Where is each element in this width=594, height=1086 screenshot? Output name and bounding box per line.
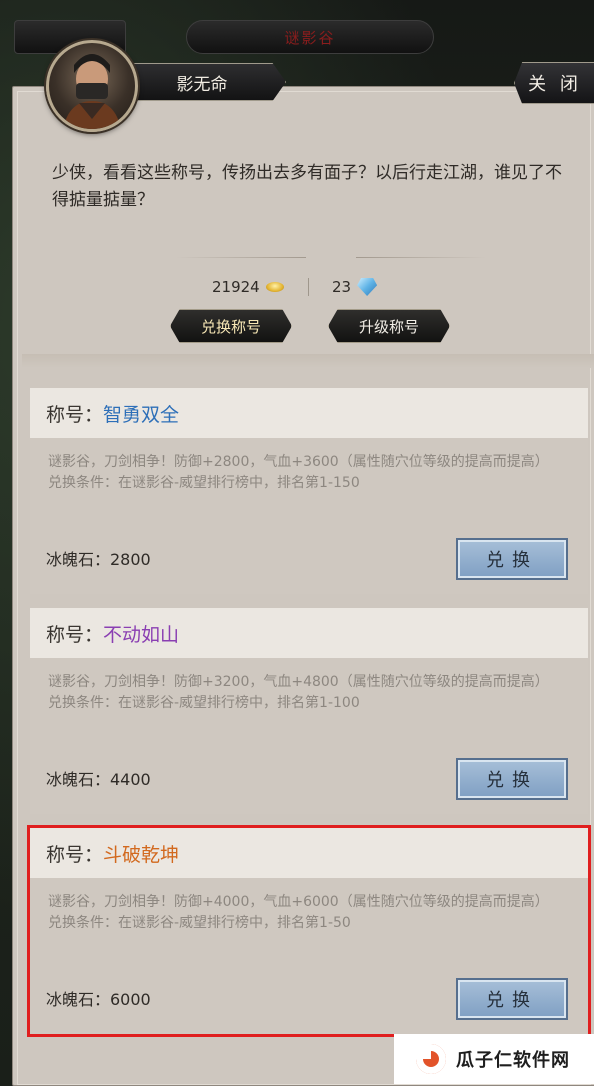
condition-text: 兑换条件：在谜影谷-威望排行榜中，排名第1-150 bbox=[48, 475, 360, 491]
card-description: 谜影谷，刀剑相争！防御+4000，气血+6000（属性随穴位等级的提高而提高） … bbox=[48, 892, 568, 934]
masked-warrior-portrait-icon bbox=[63, 54, 121, 129]
watermark-logo-icon bbox=[416, 1044, 446, 1074]
list-top-edge bbox=[22, 354, 594, 368]
title-list[interactable]: 称号： 智勇双全 谜影谷，刀剑相争！防御+2800，气血+3600（属性随穴位等… bbox=[22, 354, 594, 1084]
exchange-button[interactable]: 兑换 bbox=[456, 978, 568, 1020]
card-header: 称号： 不动如山 bbox=[30, 608, 588, 658]
title-card-highlighted: 称号： 斗破乾坤 谜影谷，刀剑相争！防御+4000，气血+6000（属性随穴位等… bbox=[30, 828, 588, 1034]
effect-text: 谜影谷，刀剑相争！防御+4000，气血+6000（属性随穴位等级的提高而提高） bbox=[48, 894, 549, 910]
title-prefix: 称号： bbox=[46, 843, 104, 866]
close-button[interactable]: 关 闭 bbox=[514, 62, 594, 104]
ice-crystal-icon bbox=[357, 278, 378, 296]
divider-right bbox=[356, 257, 486, 258]
gem-balance: 23 bbox=[332, 276, 378, 298]
card-cost: 冰魄石：4400 bbox=[46, 770, 151, 789]
card-cost: 冰魄石：2800 bbox=[46, 550, 151, 569]
title-prefix: 称号： bbox=[46, 623, 104, 646]
card-description: 谜影谷，刀剑相争！防御+3200，气血+4800（属性随穴位等级的提高而提高） … bbox=[48, 672, 568, 714]
title-name: 智勇双全 bbox=[103, 403, 180, 426]
currency-separator bbox=[308, 278, 309, 296]
condition-text: 兑换条件：在谜影谷-威望排行榜中，排名第1-50 bbox=[48, 915, 351, 931]
title-prefix: 称号： bbox=[46, 403, 104, 426]
card-description: 谜影谷，刀剑相争！防御+2800，气血+3600（属性随穴位等级的提高而提高） … bbox=[48, 452, 568, 494]
gold-ingot-icon bbox=[265, 282, 284, 292]
title-name: 不动如山 bbox=[103, 623, 180, 646]
title-card: 称号： 不动如山 谜影谷，刀剑相争！防御+3200，气血+4800（属性随穴位等… bbox=[30, 608, 588, 814]
condition-text: 兑换条件：在谜影谷-威望排行榜中，排名第1-100 bbox=[48, 695, 360, 711]
exchange-button[interactable]: 兑换 bbox=[456, 538, 568, 580]
watermark-text: 瓜子仁软件网 bbox=[456, 1050, 570, 1071]
divider-left bbox=[176, 257, 306, 258]
exchange-button[interactable]: 兑换 bbox=[456, 758, 568, 800]
effect-text: 谜影谷，刀剑相争！防御+3200，气血+4800（属性随穴位等级的提高而提高） bbox=[48, 674, 549, 690]
card-cost: 冰魄石：6000 bbox=[46, 990, 151, 1009]
title-name: 斗破乾坤 bbox=[103, 843, 180, 866]
gold-balance: 21924 bbox=[212, 276, 284, 298]
effect-text: 谜影谷，刀剑相争！防御+2800，气血+3600（属性随穴位等级的提高而提高） bbox=[48, 454, 549, 470]
npc-name-plate: 影无命 bbox=[118, 63, 286, 101]
gold-amount: 21924 bbox=[212, 278, 260, 296]
title-card: 称号： 智勇双全 谜影谷，刀剑相争！防御+2800，气血+3600（属性随穴位等… bbox=[30, 388, 588, 594]
site-watermark: 瓜子仁软件网 bbox=[394, 1034, 594, 1084]
tab-upgrade-title[interactable]: 升级称号 bbox=[328, 309, 450, 343]
card-header: 称号： 智勇双全 bbox=[30, 388, 588, 438]
gem-amount: 23 bbox=[332, 278, 352, 296]
top-tab-center[interactable]: 谜影谷 bbox=[186, 20, 434, 54]
npc-avatar bbox=[46, 40, 138, 132]
card-header: 称号： 斗破乾坤 bbox=[30, 828, 588, 878]
npc-name: 影无命 bbox=[176, 74, 228, 95]
tab-exchange-title[interactable]: 兑换称号 bbox=[170, 309, 292, 343]
npc-dialog: 少侠，看看这些称号，传扬出去多有面子？以后行走江湖，谁见了不得掂量掂量？ bbox=[52, 163, 562, 210]
